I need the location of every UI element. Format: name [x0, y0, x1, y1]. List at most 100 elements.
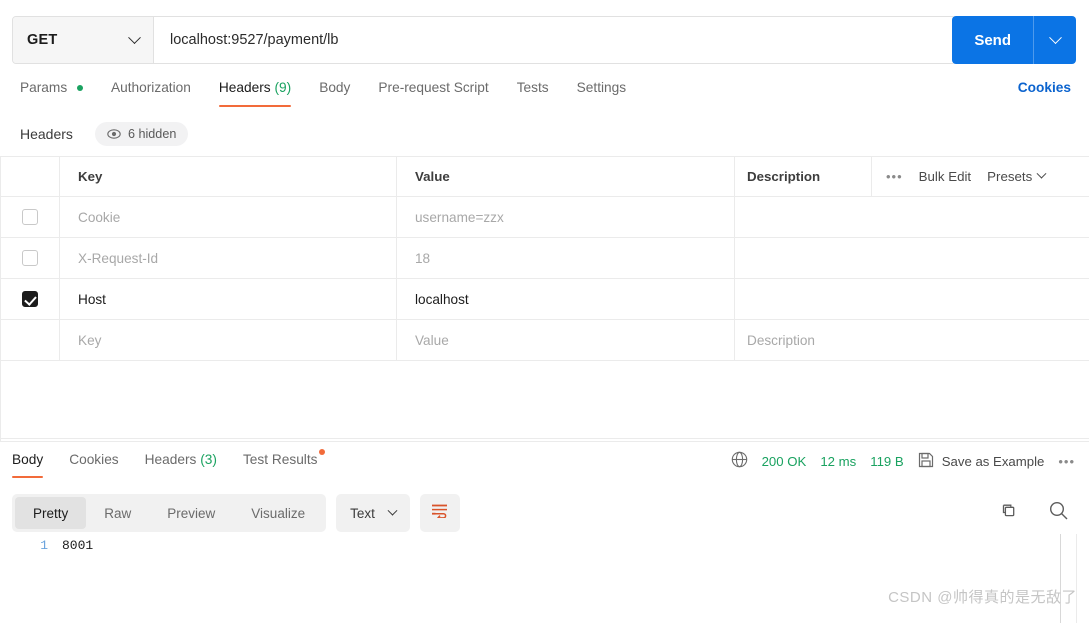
chevron-down-icon [387, 505, 398, 516]
new-row-key-input[interactable]: Key [60, 320, 397, 360]
save-as-example-button[interactable]: Save as Example [918, 452, 1045, 471]
request-tabs: Params Authorization Headers (9) Body Pr… [0, 76, 1089, 116]
presets-button[interactable]: Presets [987, 168, 1047, 184]
send-button-group[interactable]: Send [952, 16, 1076, 64]
tab-settings-label: Settings [576, 80, 627, 95]
format-tab-visualize[interactable]: Visualize [233, 497, 323, 529]
tab-settings[interactable]: Settings [577, 76, 640, 107]
response-tabs: Body Cookies Headers (3) Test Results [12, 449, 344, 478]
tab-body[interactable]: Body [319, 76, 364, 107]
url-text: localhost:9527/payment/lb [170, 32, 339, 48]
word-wrap-button[interactable] [419, 494, 460, 532]
response-tab-test-results-label: Test Results [242, 452, 318, 467]
line-number: 1 [40, 538, 48, 553]
http-method-dropdown[interactable]: GET [13, 17, 154, 63]
response-format-tabs: Pretty Raw Preview Visualize [12, 494, 327, 532]
url-bar: GET localhost:9527/payment/lb Send [0, 0, 1089, 70]
save-as-example-label: Save as Example [941, 453, 1045, 469]
word-wrap-icon [430, 503, 449, 523]
eye-icon [107, 129, 121, 139]
chevron-down-icon [1036, 168, 1047, 179]
format-tab-pretty[interactable]: Pretty [15, 497, 87, 529]
code-line: 1 8001 [0, 538, 1089, 553]
line-text: 8001 [62, 538, 94, 553]
bulk-edit-button[interactable]: Bulk Edit [919, 169, 971, 184]
hidden-headers-toggle[interactable]: 6 hidden [95, 122, 189, 146]
method-url-group: GET localhost:9527/payment/lb [12, 16, 956, 64]
tab-authorization-label: Authorization [110, 80, 191, 95]
http-method-label: GET [27, 32, 58, 48]
watermark: CSDN @帅得真的是无敌了 [888, 589, 1077, 606]
row-checkbox[interactable] [21, 250, 38, 266]
row-value[interactable]: 18 [397, 238, 735, 278]
tab-pre-request-script-label: Pre-request Script [378, 80, 489, 95]
copy-icon[interactable] [998, 501, 1018, 521]
headers-section-title: Headers [20, 126, 73, 142]
row-description[interactable] [735, 279, 1089, 319]
row-description[interactable] [735, 238, 1089, 278]
new-row-description-input[interactable]: Description [735, 320, 1089, 360]
presets-label: Presets [987, 169, 1033, 184]
row-key[interactable]: Host [60, 279, 397, 319]
response-tab-headers-count: (3) [200, 452, 217, 467]
tab-tests[interactable]: Tests [517, 76, 563, 107]
format-tab-raw[interactable]: Raw [86, 497, 149, 529]
url-input[interactable]: localhost:9527/payment/lb [154, 17, 955, 63]
row-description[interactable] [735, 197, 1089, 237]
tab-pre-request-script[interactable]: Pre-request Script [378, 76, 502, 107]
response-format-bar: Pretty Raw Preview Visualize Text [12, 494, 460, 532]
row-key[interactable]: Cookie [60, 197, 397, 237]
table-header-key: Key [60, 156, 397, 197]
search-icon[interactable] [1048, 500, 1069, 521]
tab-params-label: Params [20, 80, 68, 95]
response-panel: Body Cookies Headers (3) Test Results 20… [0, 442, 1089, 623]
response-tab-headers[interactable]: Headers (3) [145, 450, 217, 478]
code-scrollbar[interactable] [1060, 534, 1061, 623]
table-new-row: Key Value Description [0, 320, 1089, 361]
row-checkbox[interactable] [21, 291, 38, 307]
test-results-alert-dot [318, 449, 325, 455]
save-icon [918, 452, 934, 471]
response-tab-cookies[interactable]: Cookies [69, 450, 118, 478]
format-tab-preview-label: Preview [167, 505, 216, 521]
response-more-icon[interactable]: ••• [1058, 454, 1075, 469]
response-tab-test-results[interactable]: Test Results [242, 449, 325, 478]
response-tab-body-label: Body [12, 452, 44, 467]
table-empty-space [0, 361, 1089, 439]
tab-params[interactable]: Params [20, 76, 97, 107]
format-tab-visualize-label: Visualize [251, 505, 306, 521]
send-options-button[interactable] [1034, 16, 1076, 64]
params-modified-dot [76, 85, 83, 92]
row-value[interactable]: localhost [397, 279, 735, 319]
row-checkbox[interactable] [21, 209, 38, 225]
response-language-dropdown[interactable]: Text [336, 494, 410, 532]
table-header-value: Value [397, 156, 735, 197]
tab-body-label: Body [319, 80, 351, 95]
postman-request-window: GET localhost:9527/payment/lb Send Param… [0, 0, 1089, 623]
response-action-icons [998, 500, 1069, 521]
response-tab-cookies-label: Cookies [69, 452, 119, 467]
hidden-headers-label: 6 hidden [128, 127, 177, 141]
row-key[interactable]: X-Request-Id [60, 238, 397, 278]
row-checkbox-cell [0, 197, 60, 237]
tab-authorization[interactable]: Authorization [111, 76, 205, 107]
ellipsis-icon[interactable]: ••• [886, 169, 903, 184]
table-header-description: Description [735, 156, 872, 197]
send-label: Send [974, 31, 1011, 49]
tab-headers[interactable]: Headers (9) [218, 76, 305, 107]
new-row-checkbox-cell [0, 320, 60, 360]
cookies-link[interactable]: Cookies [1018, 80, 1071, 95]
response-tab-headers-label: Headers [144, 452, 197, 467]
bulk-edit-label: Bulk Edit [918, 169, 972, 184]
chevron-down-icon [1048, 30, 1062, 44]
format-tab-pretty-label: Pretty [33, 505, 69, 521]
format-tab-preview[interactable]: Preview [149, 497, 233, 529]
response-language-label: Text [350, 505, 375, 521]
response-tab-body[interactable]: Body [12, 450, 44, 478]
globe-icon [731, 451, 748, 471]
row-value[interactable]: username=zzx [397, 197, 735, 237]
response-body-code[interactable]: 1 8001 [0, 538, 1089, 623]
new-row-value-input[interactable]: Value [397, 320, 735, 360]
chevron-down-icon [128, 30, 141, 44]
send-button[interactable]: Send [952, 16, 1034, 64]
